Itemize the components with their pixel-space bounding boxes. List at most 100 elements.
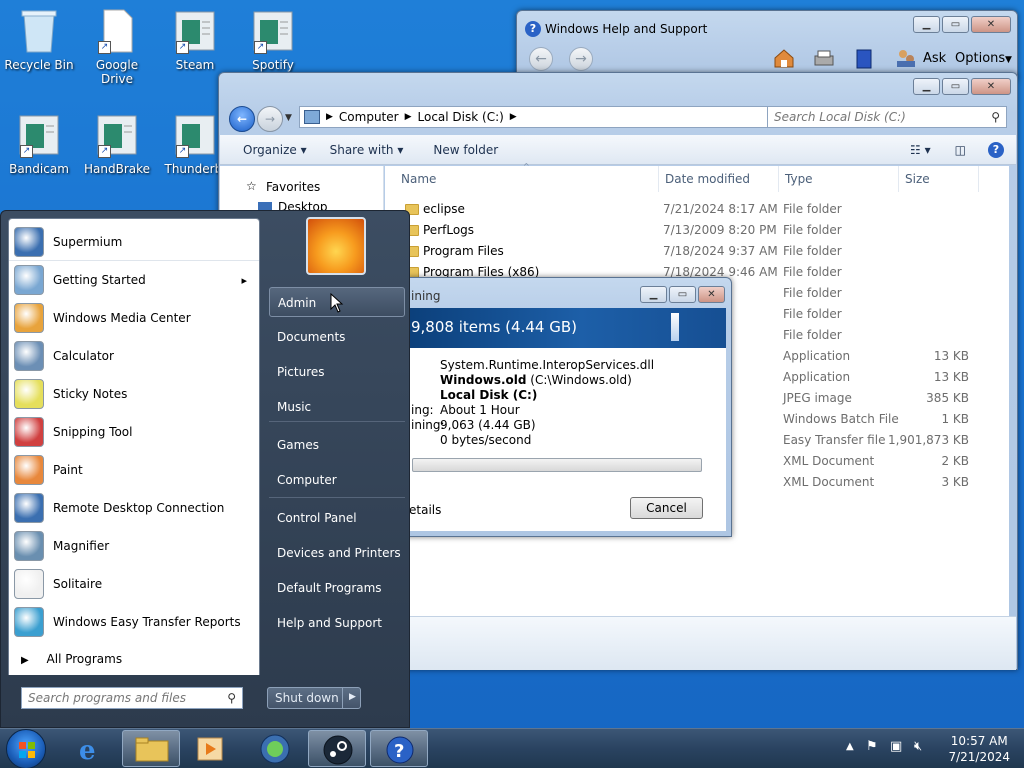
- start-menu-item[interactable]: Magnifier: [9, 527, 259, 565]
- ask-icon[interactable]: [895, 47, 917, 73]
- dialog-title: ining: [411, 289, 441, 303]
- taskbar-help[interactable]: ?: [370, 730, 428, 767]
- help-icon: ?: [525, 21, 541, 37]
- copy-progress-dialog[interactable]: ining ▁ ▭ ✕ 9,808 items (4.44 GB) System…: [404, 277, 732, 537]
- ask-button[interactable]: Ask: [923, 51, 946, 66]
- minimize-button[interactable]: ▁: [640, 286, 667, 303]
- start-menu-item[interactable]: Sticky Notes: [9, 375, 259, 413]
- taskbar-media-player[interactable]: [182, 730, 240, 767]
- clock[interactable]: 10:57 AM 7/21/2024: [948, 733, 1010, 765]
- column-type[interactable]: Type: [779, 166, 899, 192]
- shutdown-options-arrow-icon[interactable]: ▶: [342, 687, 362, 709]
- view-options-icon[interactable]: ☷ ▾: [910, 143, 931, 157]
- maximize-button[interactable]: ▭: [669, 286, 696, 303]
- file-name: eclipse: [423, 202, 465, 216]
- nav-favorites[interactable]: Favorites: [266, 180, 320, 194]
- breadcrumb-local-disk[interactable]: Local Disk (C:): [418, 110, 504, 124]
- forward-button[interactable]: →: [257, 106, 283, 132]
- minimize-button[interactable]: ▁: [913, 16, 940, 33]
- table-row[interactable]: PerfLogs 7/13/2009 8:20 PM File folder: [385, 220, 1009, 241]
- start-menu-item[interactable]: Paint: [9, 451, 259, 489]
- start-link-games[interactable]: Games: [269, 430, 405, 460]
- taskbar-steam[interactable]: [308, 730, 366, 767]
- desktop-icon-recycle-bin[interactable]: Recycle Bin: [0, 8, 78, 72]
- desktop-icon-handbrake[interactable]: ↗ HandBrake: [78, 112, 156, 176]
- help-icon[interactable]: ?: [988, 141, 1004, 158]
- maximize-button[interactable]: ▭: [942, 16, 969, 33]
- desktop-icon-google-drive[interactable]: ↗ Google Drive: [78, 8, 156, 86]
- start-menu-item-label: Paint: [53, 463, 83, 477]
- minimize-button[interactable]: ▁: [913, 78, 940, 95]
- options-button[interactable]: Options: [955, 51, 1005, 66]
- shut-down-button[interactable]: Shut down ▶: [267, 687, 361, 709]
- column-date-modified[interactable]: Date modified: [659, 166, 779, 192]
- volume-muted-icon[interactable]: 🔇︎: [914, 739, 922, 754]
- start-link-music[interactable]: Music: [269, 392, 405, 422]
- taskbar-explorer[interactable]: [122, 730, 180, 767]
- recent-pages-chevron-icon[interactable]: ▼: [285, 113, 292, 123]
- start-menu-item[interactable]: Calculator: [9, 337, 259, 375]
- browse-help-icon[interactable]: [855, 48, 873, 74]
- start-menu-item-label: Solitaire: [53, 577, 103, 591]
- start-menu-item[interactable]: Remote Desktop Connection: [9, 489, 259, 527]
- home-icon[interactable]: [773, 47, 795, 73]
- start-link-pictures[interactable]: Pictures: [269, 357, 405, 387]
- start-link-help-and-support[interactable]: Help and Support: [269, 608, 405, 638]
- start-search-input[interactable]: Search programs and files ⚲: [21, 687, 243, 709]
- back-button[interactable]: ←: [529, 47, 553, 71]
- print-icon[interactable]: [813, 49, 835, 73]
- start-button[interactable]: [6, 729, 46, 768]
- share-with-button[interactable]: Share with ▾: [330, 143, 404, 157]
- table-row[interactable]: Program Files 7/18/2024 9:37 AM File folde…: [385, 241, 1009, 262]
- desktop-icon-bandicam[interactable]: ↗ Bandicam: [0, 112, 78, 176]
- forward-button[interactable]: →: [569, 47, 593, 71]
- new-folder-button[interactable]: New folder: [433, 143, 498, 157]
- start-menu-item[interactable]: Windows Easy Transfer Reports: [9, 603, 259, 641]
- search-input[interactable]: Search Local Disk (C:) ⚲: [767, 106, 1007, 128]
- desktop-icon-steam[interactable]: ↗ Steam: [156, 8, 234, 72]
- help-support-window[interactable]: ? Windows Help and Support ▁ ▭ ✕ ← → Ask…: [516, 10, 1018, 80]
- show-hidden-icons-icon[interactable]: ▲: [846, 741, 854, 752]
- user-picture[interactable]: [306, 217, 366, 275]
- desktop-icon-spotify[interactable]: ↗ Spotify: [234, 8, 312, 72]
- organize-button[interactable]: Organize ▾: [243, 143, 307, 157]
- start-menu-item[interactable]: Supermium: [9, 223, 259, 261]
- column-size[interactable]: Size: [899, 166, 979, 192]
- file-type: JPEG image: [783, 391, 852, 405]
- all-programs-button[interactable]: ▶ All Programs: [8, 645, 260, 675]
- cancel-button[interactable]: Cancel: [630, 497, 703, 519]
- network-icon[interactable]: ▣: [890, 739, 902, 754]
- file-size: 13 KB: [933, 370, 969, 384]
- preview-pane-icon[interactable]: ◫: [955, 143, 966, 157]
- search-icon: ⚲: [227, 691, 236, 705]
- taskbar-internet-explorer[interactable]: e: [62, 730, 120, 767]
- desktop-icon-label: Spotify: [252, 58, 294, 72]
- table-row[interactable]: eclipse 7/21/2024 8:17 AM File folder: [385, 199, 1009, 220]
- start-link-computer[interactable]: Computer: [269, 465, 405, 495]
- file-name: PerfLogs: [423, 223, 475, 237]
- file-type: Easy Transfer file: [783, 433, 886, 447]
- recycle-bin-icon: [18, 8, 60, 54]
- action-center-flag-icon[interactable]: ⚑: [866, 739, 878, 754]
- maximize-button[interactable]: ▭: [942, 78, 969, 95]
- handbrake-icon: ↗: [96, 112, 138, 158]
- taskbar-supermium[interactable]: [246, 730, 304, 767]
- back-button[interactable]: ←: [229, 106, 255, 132]
- close-button[interactable]: ✕: [971, 16, 1011, 33]
- close-button[interactable]: ✕: [971, 78, 1011, 95]
- start-menu-item[interactable]: Solitaire: [9, 565, 259, 603]
- more-details-toggle[interactable]: etails: [409, 503, 441, 517]
- start-menu-item[interactable]: Windows Media Center: [9, 299, 259, 337]
- shut-down-label: Shut down: [275, 691, 339, 705]
- close-button[interactable]: ✕: [698, 286, 725, 303]
- start-link-control-panel[interactable]: Control Panel: [269, 503, 405, 533]
- search-placeholder: Search Local Disk (C:): [774, 110, 906, 124]
- file-date: 7/18/2024 9:37 AM: [663, 244, 778, 258]
- start-menu-item[interactable]: Getting Started ▸: [9, 261, 259, 299]
- start-menu-item[interactable]: Snipping Tool: [9, 413, 259, 451]
- breadcrumb-computer[interactable]: Computer: [339, 110, 399, 124]
- start-link-documents[interactable]: Documents: [269, 322, 405, 352]
- start-link-devices-and-printers[interactable]: Devices and Printers: [269, 538, 405, 568]
- start-link-default-programs[interactable]: Default Programs: [269, 573, 405, 603]
- time-remaining: About 1 Hour: [440, 403, 520, 417]
